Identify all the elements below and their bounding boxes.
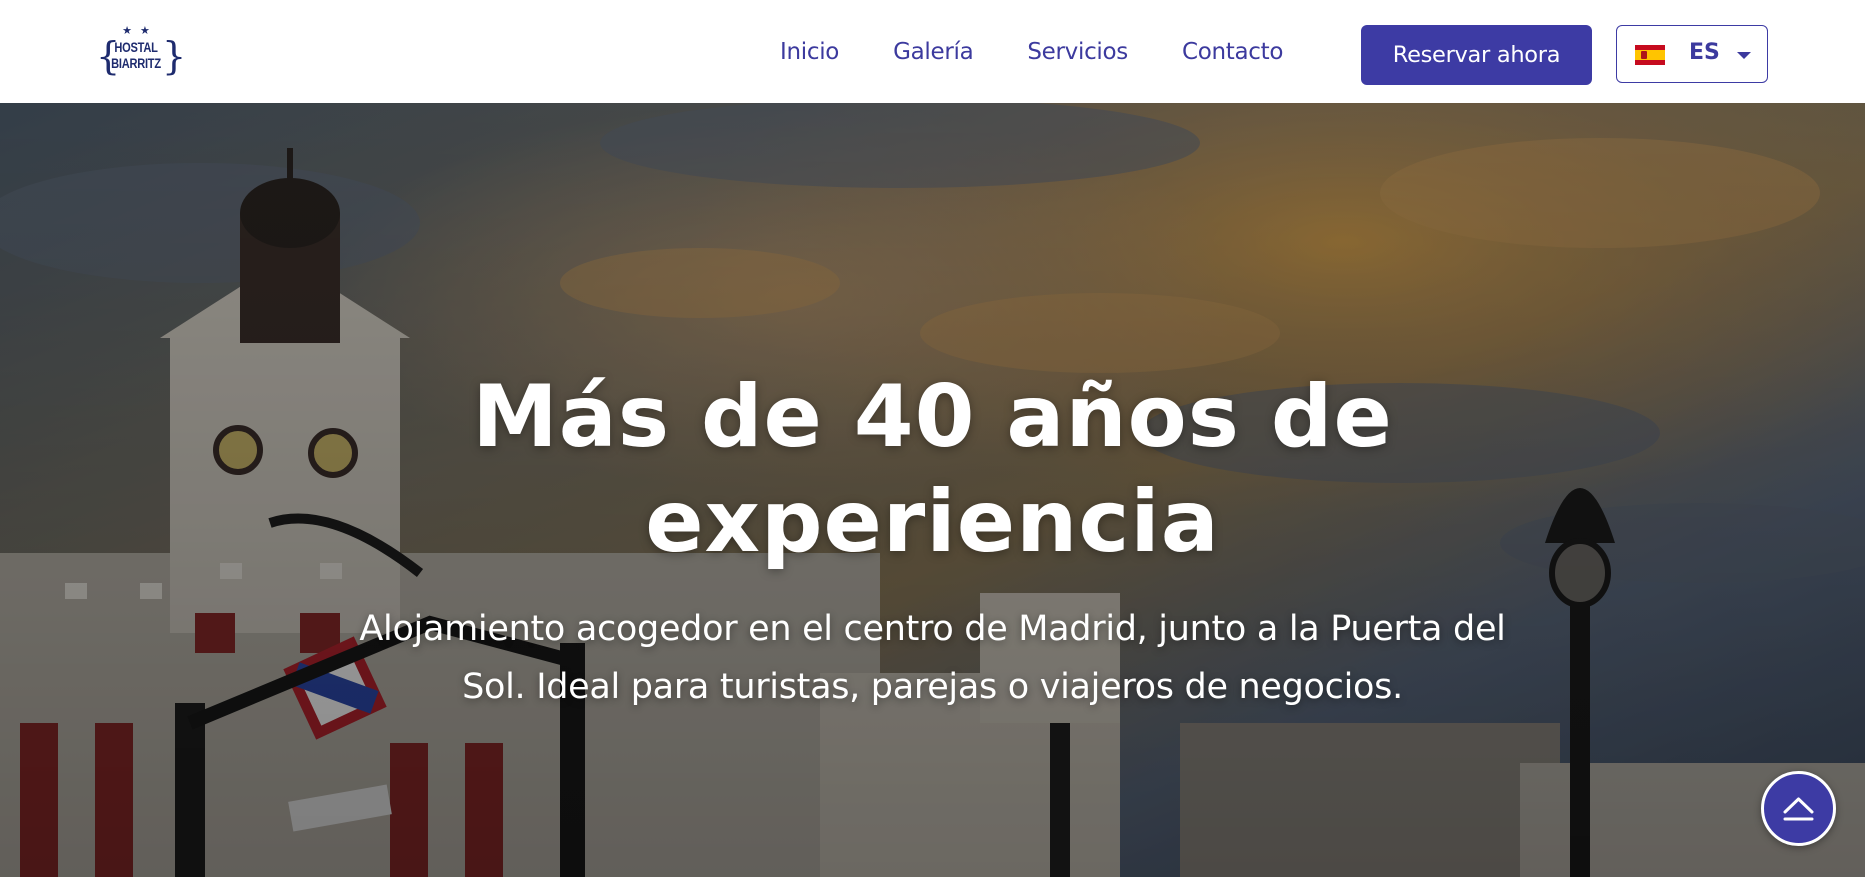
- hostal-biarritz-logo[interactable]: ★★ { HOSTAL BIARRITZ }: [96, 24, 186, 84]
- nav-link-inicio[interactable]: Inicio: [780, 39, 839, 65]
- language-code: ES: [1689, 40, 1720, 65]
- hero-subtitle-line-2: Sol. Ideal para turistas, parejas o viaj…: [462, 667, 1403, 707]
- caret-down-icon: [1737, 52, 1751, 59]
- hero-title-line-2: experiencia: [645, 472, 1220, 572]
- chevron-up-icon: [1783, 797, 1814, 821]
- language-selector[interactable]: ES: [1616, 25, 1768, 83]
- hero-subtitle: Alojamiento acogedor en el centro de Mad…: [0, 600, 1865, 716]
- hero-subtitle-line-1: Alojamiento acogedor en el centro de Mad…: [359, 609, 1506, 649]
- nav-link-galeria[interactable]: Galería: [893, 39, 974, 65]
- hero-title: Más de 40 años de experiencia: [0, 365, 1865, 575]
- site-header: ★★ { HOSTAL BIARRITZ } Inicio Galería Se…: [0, 0, 1865, 103]
- nav-link-servicios[interactable]: Servicios: [1027, 39, 1128, 65]
- spain-flag-icon: [1635, 45, 1665, 65]
- main-nav: Inicio Galería Servicios Contacto: [760, 0, 1337, 103]
- logo-line-2: BIARRITZ: [111, 56, 161, 71]
- nav-link-contacto[interactable]: Contacto: [1182, 39, 1283, 65]
- hero-section: Más de 40 años de experiencia Alojamient…: [0, 103, 1865, 877]
- scroll-to-top-button[interactable]: [1761, 771, 1836, 846]
- hero-title-line-1: Más de 40 años de: [472, 367, 1393, 467]
- book-now-button[interactable]: Reservar ahora: [1361, 25, 1592, 85]
- logo-line-1: HOSTAL: [114, 40, 158, 55]
- logo-bracket-right: }: [162, 34, 187, 78]
